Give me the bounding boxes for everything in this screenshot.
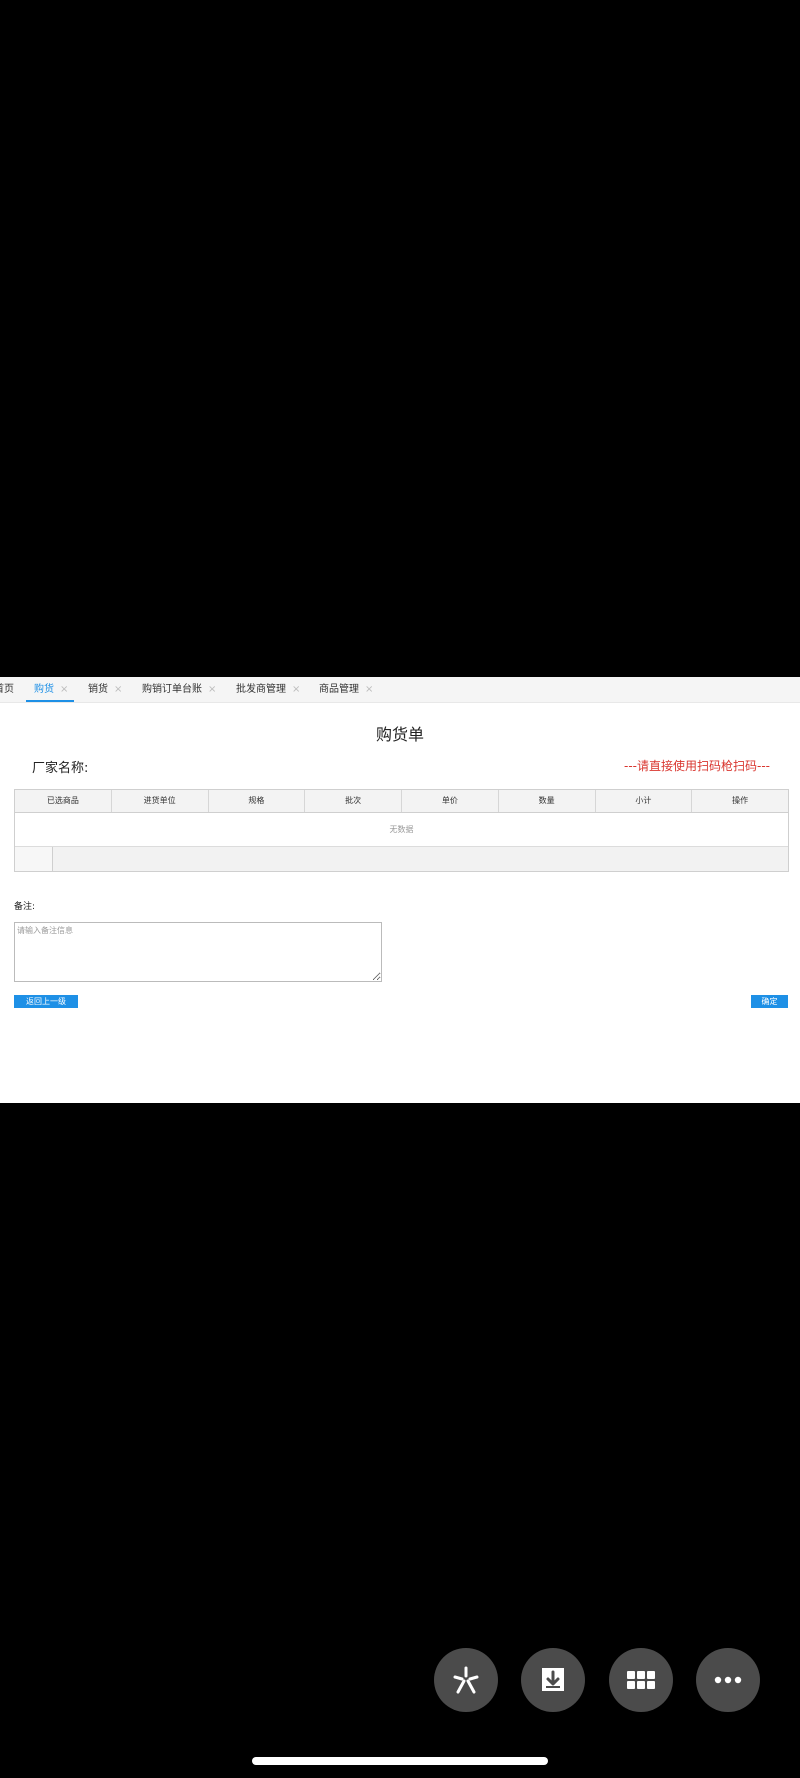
tab-wholesaler-management[interactable]: 批发商管理 × <box>236 677 300 702</box>
download-icon <box>542 1668 564 1691</box>
close-icon[interactable]: × <box>292 677 300 702</box>
table-footer <box>15 847 788 871</box>
tab-label: 销货 <box>88 684 108 695</box>
tab-label: 商品管理 <box>319 684 359 695</box>
app-frame: 首页 购货 × 销货 × 购销订单台账 × 批发商管理 × 商品管理 × 购货单 厂家名称… <box>0 677 800 1103</box>
page-title: 购货单 <box>375 725 424 744</box>
close-icon[interactable]: × <box>208 677 216 702</box>
tab-sales[interactable]: 销货 × <box>88 677 122 702</box>
tab-home[interactable]: 首页 <box>0 677 14 702</box>
floating-action-bar <box>0 1648 800 1712</box>
back-button[interactable]: 返回上一级 <box>14 995 78 1008</box>
column-header[interactable]: 进货单位 <box>112 790 209 812</box>
remarks-label: 备注: <box>14 902 36 912</box>
tab-label: 批发商管理 <box>236 684 286 695</box>
close-icon[interactable]: × <box>60 677 68 702</box>
grid-icon <box>627 1671 655 1689</box>
asterisk-button[interactable] <box>434 1648 498 1712</box>
grid-button[interactable] <box>609 1648 673 1712</box>
confirm-button[interactable]: 确定 <box>751 995 788 1008</box>
tab-label: 购销订单台账 <box>142 684 202 695</box>
remarks-input[interactable] <box>14 922 382 982</box>
scan-hint: ---请直接使用扫码枪扫码--- <box>624 759 770 773</box>
column-header[interactable]: 数量 <box>499 790 596 812</box>
column-header[interactable]: 规格 <box>209 790 306 812</box>
active-tab-indicator <box>26 700 75 702</box>
table-footer-corner <box>15 847 53 871</box>
tab-label: 首页 <box>0 684 14 695</box>
column-header[interactable]: 批次 <box>305 790 402 812</box>
table-header: 已选商品 进货单位 规格 批次 单价 数量 小计 操作 <box>15 790 788 813</box>
column-header[interactable]: 单价 <box>402 790 499 812</box>
column-header[interactable]: 操作 <box>692 790 788 812</box>
screen: 首页 购货 × 销货 × 购销订单台账 × 批发商管理 × 商品管理 × 购货单 厂家名称… <box>0 0 800 1778</box>
tab-label: 购货 <box>34 684 54 695</box>
tab-order-ledger[interactable]: 购销订单台账 × <box>142 677 216 702</box>
purchase-items-table: 已选商品 进货单位 规格 批次 单价 数量 小计 操作 无数据 <box>14 789 789 872</box>
more-button[interactable] <box>696 1648 760 1712</box>
close-icon[interactable]: × <box>365 677 373 702</box>
vendor-name-label: 厂家名称: <box>32 761 89 776</box>
download-button[interactable] <box>521 1648 585 1712</box>
column-header[interactable]: 已选商品 <box>15 790 112 812</box>
more-icon <box>714 1676 742 1684</box>
home-indicator[interactable] <box>252 1757 548 1765</box>
tab-product-management[interactable]: 商品管理 × <box>319 677 373 702</box>
tab-bar: 首页 购货 × 销货 × 购销订单台账 × 批发商管理 × 商品管理 × <box>0 677 800 703</box>
asterisk-icon <box>453 1666 479 1694</box>
tab-purchase[interactable]: 购货 × <box>26 677 75 702</box>
close-icon[interactable]: × <box>114 677 122 702</box>
column-header[interactable]: 小计 <box>596 790 693 812</box>
table-empty-message: 无数据 <box>15 813 788 847</box>
